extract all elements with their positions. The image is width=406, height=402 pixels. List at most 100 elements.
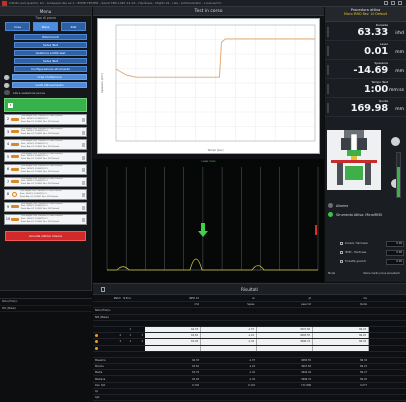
alignment-toggle[interactable] [4, 82, 10, 88]
table-cell: Cpk [95, 396, 100, 400]
table-cell [113, 327, 123, 332]
references-button[interactable]: Riferimenti [14, 34, 87, 40]
multitest-button[interactable]: Crea multiprova [12, 74, 87, 80]
right-panel: Procedura attiva Micro IRHD Rev. 10 Defa… [325, 7, 406, 282]
param-checkbox[interactable] [340, 260, 343, 263]
table-cell [133, 358, 145, 363]
readout-nav-icon[interactable] [327, 27, 329, 37]
parameter-grid: Durezz. Hardness 0.00 IRHD - Hardness 0.00… [340, 239, 404, 266]
table-cell: 4 [141, 340, 143, 344]
stats-row: Cpk [93, 395, 406, 402]
probe-selection-toggle[interactable] [4, 90, 10, 95]
save-test-button[interactable]: Salva Test [14, 42, 87, 48]
table-cell [113, 315, 123, 320]
table-cell: 1 [129, 340, 131, 344]
probe-item[interactable]: 8 Ora/Tempo 1HV Contrat 0.5 Nm Dimens. Pr… [4, 189, 87, 200]
table-cell [113, 395, 123, 400]
table-cell [93, 302, 113, 307]
test-type-tabs: Crea Mass Rist [0, 21, 91, 32]
readout-nav-icon[interactable] [327, 84, 329, 94]
cancel-last-measure-button[interactable]: Annulla ultima misura [5, 230, 86, 241]
tab-crea[interactable]: Crea [5, 22, 30, 31]
readout-value: -14.69 [353, 65, 388, 76]
probe-scroll-icon[interactable] [82, 118, 85, 122]
app-window: Infinito sed quadrili, tor - biobased de… [0, 0, 406, 402]
table-cell: 3996.74 [257, 339, 313, 345]
probe-scroll-icon[interactable] [82, 168, 85, 172]
table-cell [257, 395, 313, 400]
table-cell: IRHD 10 [189, 297, 199, 301]
table-cell [145, 315, 201, 320]
window-caption: Infinito sed quadrili, tor - biobased de… [9, 1, 222, 5]
results-title: Risultati [240, 286, 259, 292]
test-entity-button[interactable]: Gestione entità test [14, 50, 87, 56]
save-test-button-2[interactable]: Salva Test [14, 58, 87, 64]
tab-rist[interactable]: Rist [61, 22, 86, 31]
probe-scroll-icon[interactable] [82, 193, 85, 197]
probe-scroll-icon[interactable] [82, 143, 85, 147]
test-title: Test in corso [93, 7, 324, 16]
close-icon[interactable] [398, 1, 402, 5]
probe-scroll-icon[interactable] [82, 205, 85, 210]
probe-item[interactable]: 7 Ora/Tempo 1HV Contrat 0.5 Nm Dimens. Pr… [4, 176, 87, 187]
minimize-icon[interactable] [384, 1, 388, 5]
table-cell [313, 315, 369, 320]
alignment-button[interactable]: Grafi Allineamento [12, 82, 87, 88]
multitest-toggle[interactable] [4, 74, 10, 80]
table-cell: Cp [95, 389, 99, 393]
probe-item[interactable]: 9 Ora/Tempo 1HV Contrat 0.5 Nm Dimens. Pr… [4, 201, 87, 212]
table-cell: 86.23 [313, 326, 369, 333]
probe-scroll-icon[interactable] [82, 130, 85, 135]
probe-item[interactable]: 6 Ora/Tempo 1HV Contrat 0.5 Nm Dimens. Pr… [4, 164, 87, 175]
table-cell [201, 308, 257, 313]
row-status-icon [95, 346, 98, 350]
probe-description: Ora/Tempo 1HV Contrat 0.5 Nm Dimens. Pro… [20, 190, 63, 198]
probe-item[interactable]: 2 Ora/Tempo 1HV Contrat 0.5 Nm Dimens. Pr… [4, 114, 87, 125]
probe-item[interactable]: 10 Ora/Tempo 1HV Contrat 0.5 Nm Dimens. P… [4, 214, 87, 225]
table-cell [123, 358, 133, 363]
table-cell: Media [95, 371, 103, 375]
probe-tip-icon [11, 142, 19, 146]
probe-scroll-icon[interactable] [82, 218, 85, 222]
table-cell: Dev. Std. [95, 383, 106, 387]
table-cell: N.Match [113, 297, 121, 301]
tab-mass[interactable]: Mass [33, 22, 58, 31]
probe-item[interactable]: 3 Ora/Tempo 1HV Contrat 0.5 Nm Dimens. Pr… [4, 126, 87, 137]
param-checkbox[interactable] [340, 242, 343, 245]
table-cell [123, 395, 133, 400]
maximize-icon[interactable] [391, 1, 395, 5]
probe-scroll-icon[interactable] [82, 180, 85, 185]
table-cell: 86.25 [360, 377, 367, 381]
table-cell: peso tot [301, 303, 311, 307]
results-table: N.MatchN.Prov IRHD 10 sn qt tre irhd Spess. pes… [93, 296, 406, 402]
probe-diagram-svg [331, 130, 377, 185]
readout-nav-icon[interactable] [327, 46, 329, 56]
probe-item-active[interactable]: 1 [4, 98, 87, 112]
probe-scroll-icon[interactable] [82, 155, 85, 160]
menu-title: Menu [0, 7, 91, 16]
table-cell [123, 346, 133, 351]
table-cell: 0.077 [360, 383, 367, 387]
readout-nav-icon[interactable] [327, 103, 329, 113]
laser-scan-label: Laser scan [201, 160, 216, 163]
readout-0: Durezza 63.33 irhd [325, 22, 406, 41]
readout-value: 63.33 [357, 27, 388, 38]
table-cell: N.Prov [123, 297, 131, 301]
readout-nav-icon[interactable] [327, 65, 329, 75]
note-row-maker: Nth (Maker) [0, 306, 92, 312]
instrument-active-led: Strumento Attivo: MicroIRHD [328, 210, 406, 219]
probe-item[interactable]: 5 Ora/Tempo 1HV Contrat 0.5 Nm Dimens. Pr… [4, 151, 87, 162]
table-cell [313, 395, 369, 400]
table-cell: Massima [95, 358, 106, 362]
table-cell: 86.25 [313, 333, 369, 339]
instrument-config-button[interactable]: Configurazione strumento [14, 66, 87, 72]
table-cell [313, 389, 369, 394]
notes-panel: Note (Filial) L Nth (Maker) [0, 290, 92, 402]
mode-label: Mode [328, 272, 336, 275]
param-checkbox[interactable] [340, 251, 343, 254]
probe-item[interactable]: 4 Ora/Tempo 1HV Contrat 0.5 Nm Dimens. Pr… [4, 139, 87, 150]
table-cell [257, 345, 313, 351]
table-cell [113, 376, 123, 381]
procedure-name: Micro IRHD Rev. 10 Default [343, 12, 388, 16]
table-cell: 86.34 [313, 339, 369, 345]
